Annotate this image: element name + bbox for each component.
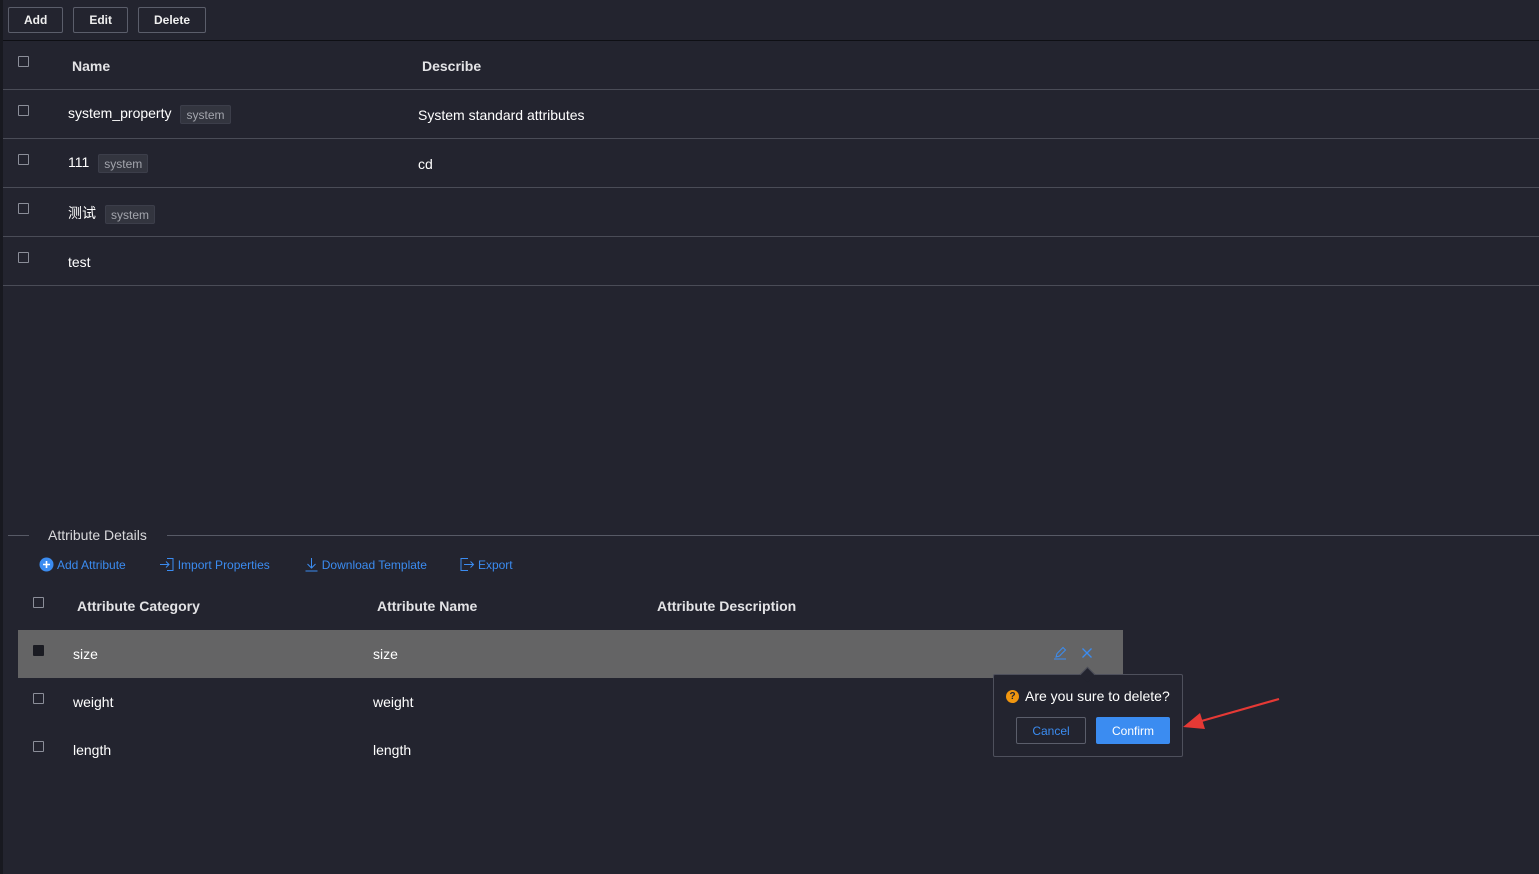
property-table: Name Describe system_property system Syst… <box>3 41 1539 286</box>
attribute-row-selected[interactable]: size size <box>18 630 1123 678</box>
delete-button[interactable]: Delete <box>138 7 207 33</box>
row-name: test <box>68 254 91 270</box>
row-checkbox[interactable] <box>33 645 44 656</box>
select-all-checkbox[interactable] <box>18 56 29 67</box>
row-name: system_property <box>68 105 172 122</box>
section-divider-right <box>167 535 1539 536</box>
export-label: Export <box>477 557 513 572</box>
add-button[interactable]: Add <box>8 7 64 33</box>
attribute-name: length <box>373 742 412 758</box>
column-header-name: Name <box>72 58 111 74</box>
table-row[interactable]: system_property system System standard at… <box>3 90 1539 139</box>
attribute-header-row: Attribute Category Attribute Name Attrib… <box>18 582 1123 630</box>
attribute-name: weight <box>373 694 414 710</box>
attribute-row[interactable]: weight weight <box>18 678 1123 726</box>
plus-circle-icon <box>39 557 54 572</box>
row-describe: System standard attributes <box>418 107 585 123</box>
import-icon <box>159 558 174 571</box>
confirm-button[interactable]: Confirm <box>1096 717 1170 744</box>
download-icon <box>305 558 318 572</box>
row-checkbox[interactable] <box>18 154 29 165</box>
popover-question: ? Are you sure to delete? <box>1006 688 1170 704</box>
section-divider-left <box>8 535 29 536</box>
add-attribute-link[interactable]: Add Attribute <box>39 557 126 572</box>
system-tag: system <box>98 154 149 173</box>
row-name: 测试 <box>68 205 96 221</box>
column-header-description: Attribute Description <box>657 598 797 614</box>
table-row[interactable]: 111 system cd <box>3 139 1539 188</box>
column-header-attribute-name: Attribute Name <box>377 598 478 614</box>
table-row[interactable]: 测试 system <box>3 188 1539 237</box>
row-checkbox[interactable] <box>18 252 29 263</box>
attribute-category: size <box>73 646 98 662</box>
column-header-describe: Describe <box>422 58 482 74</box>
app-frame: Add Edit Delete Name Describe system_pro… <box>0 0 1539 874</box>
main-toolbar: Add Edit Delete <box>8 7 207 33</box>
import-properties-label: Import Properties <box>177 557 270 572</box>
row-actions <box>1053 646 1093 660</box>
row-name-cell: system_property system <box>68 105 231 124</box>
popover-question-text: Are you sure to delete? <box>1025 688 1170 704</box>
attribute-category: weight <box>73 694 114 710</box>
close-x-icon[interactable] <box>1081 647 1093 659</box>
cancel-button[interactable]: Cancel <box>1016 717 1086 744</box>
column-header-category: Attribute Category <box>77 598 200 614</box>
export-icon <box>460 558 475 571</box>
attribute-row[interactable]: length length <box>18 726 1123 774</box>
row-checkbox[interactable] <box>33 741 44 752</box>
table-header-row: Name Describe <box>3 41 1539 90</box>
select-all-attributes-checkbox[interactable] <box>33 597 44 608</box>
row-describe: cd <box>418 156 433 172</box>
download-template-label: Download Template <box>321 557 427 572</box>
row-name-cell: 111 system <box>68 154 149 173</box>
edit-button[interactable]: Edit <box>73 7 128 33</box>
export-link[interactable]: Export <box>459 557 513 572</box>
row-checkbox[interactable] <box>18 203 29 214</box>
row-checkbox[interactable] <box>33 693 44 704</box>
system-tag: system <box>105 204 156 224</box>
row-name-cell: 测试 system <box>68 203 156 224</box>
attribute-table: Attribute Category Attribute Name Attrib… <box>18 582 1123 774</box>
attribute-category: length <box>73 742 112 758</box>
attribute-name: size <box>373 646 398 662</box>
attribute-details-title: Attribute Details <box>48 527 147 543</box>
attribute-actions: Add Attribute Import Properties Download… <box>39 557 513 572</box>
import-properties-link[interactable]: Import Properties <box>159 557 270 572</box>
add-attribute-label: Add Attribute <box>57 557 126 572</box>
question-circle-icon: ? <box>1006 689 1019 703</box>
download-template-link[interactable]: Download Template <box>304 557 427 572</box>
system-tag: system <box>180 105 231 124</box>
table-row[interactable]: test <box>3 237 1539 286</box>
red-arrow-annotation <box>1183 697 1280 729</box>
edit-pencil-icon[interactable] <box>1053 646 1067 660</box>
delete-confirm-popover: ? Are you sure to delete? Cancel Confirm <box>993 666 1183 757</box>
row-checkbox[interactable] <box>18 105 29 116</box>
row-name: 111 <box>68 154 90 171</box>
